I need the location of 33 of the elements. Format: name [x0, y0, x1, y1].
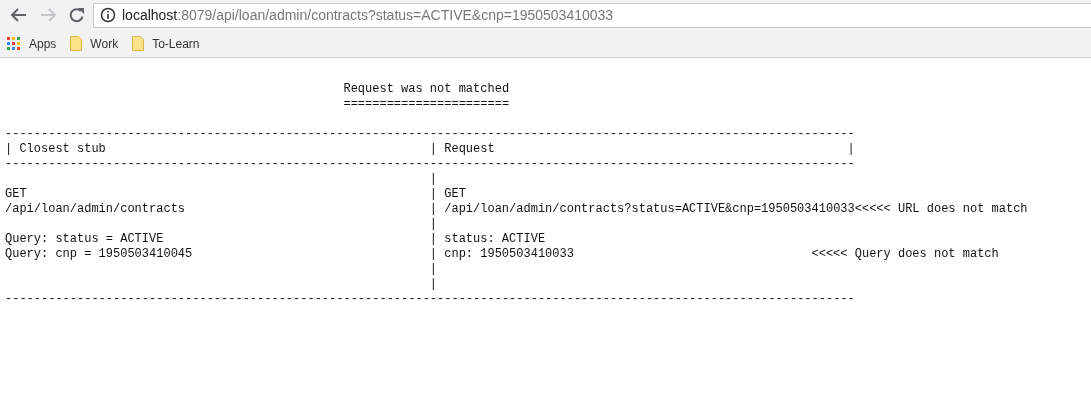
- stub-text: GET: [5, 187, 27, 201]
- bookmark-link[interactable]: To-Learn: [132, 36, 200, 51]
- dashed-rule: ----------------------------------------------------------------------------------------------------------------------: [5, 157, 855, 172]
- request-text: |: [429, 277, 438, 291]
- request-text: | cnp: 1950503410033: [429, 247, 574, 261]
- stub-text: Query: cnp = 1950503410045: [5, 247, 193, 261]
- request-text: | status: ACTIVE: [429, 232, 546, 246]
- heading-underline: =======================: [343, 97, 510, 112]
- forward-arrow-icon: [38, 6, 57, 24]
- stub-text: Query: status = ACTIVE: [5, 232, 164, 246]
- bookmark-link[interactable]: Apps: [7, 36, 57, 51]
- page-heading: Request was not matched: [343, 82, 510, 97]
- apps-grid-icon: [7, 36, 21, 51]
- column-header: | Closest stub: [5, 142, 107, 157]
- request-text: |: [429, 172, 438, 186]
- folder-icon: [70, 36, 83, 51]
- request-text: |: [429, 217, 438, 231]
- dashed-rule: ----------------------------------------------------------------------------------------------------------------------: [5, 292, 855, 307]
- column-header: | Request: [429, 142, 496, 157]
- folder-icon: [132, 36, 145, 51]
- mismatch-note: <<<<< Query does not match: [811, 247, 999, 262]
- reload-icon: [67, 6, 86, 24]
- info-icon: [100, 7, 116, 23]
- stub-text: /api/loan/admin/contracts: [5, 202, 186, 216]
- column-border: |: [847, 142, 855, 157]
- address-bar[interactable]: localhost:8079/api/loan/admin/contracts?status=ACTIVE&cnp=1950503410033: [93, 2, 1091, 28]
- url-text: localhost:8079/api/loan/admin/contracts?status=ACTIVE&cnp=1950503410033: [122, 7, 614, 23]
- back-arrow-icon: [9, 6, 28, 24]
- request-text: |: [429, 262, 438, 276]
- dashed-rule: ----------------------------------------------------------------------------------------------------------------------: [5, 127, 855, 142]
- bookmark-link[interactable]: Work: [70, 36, 119, 51]
- request-text: | GET: [429, 187, 466, 201]
- request-text: | /api/loan/admin/contracts?status=ACTIVE&cnp=1950503410033<<<<< URL does not match: [429, 202, 1028, 216]
